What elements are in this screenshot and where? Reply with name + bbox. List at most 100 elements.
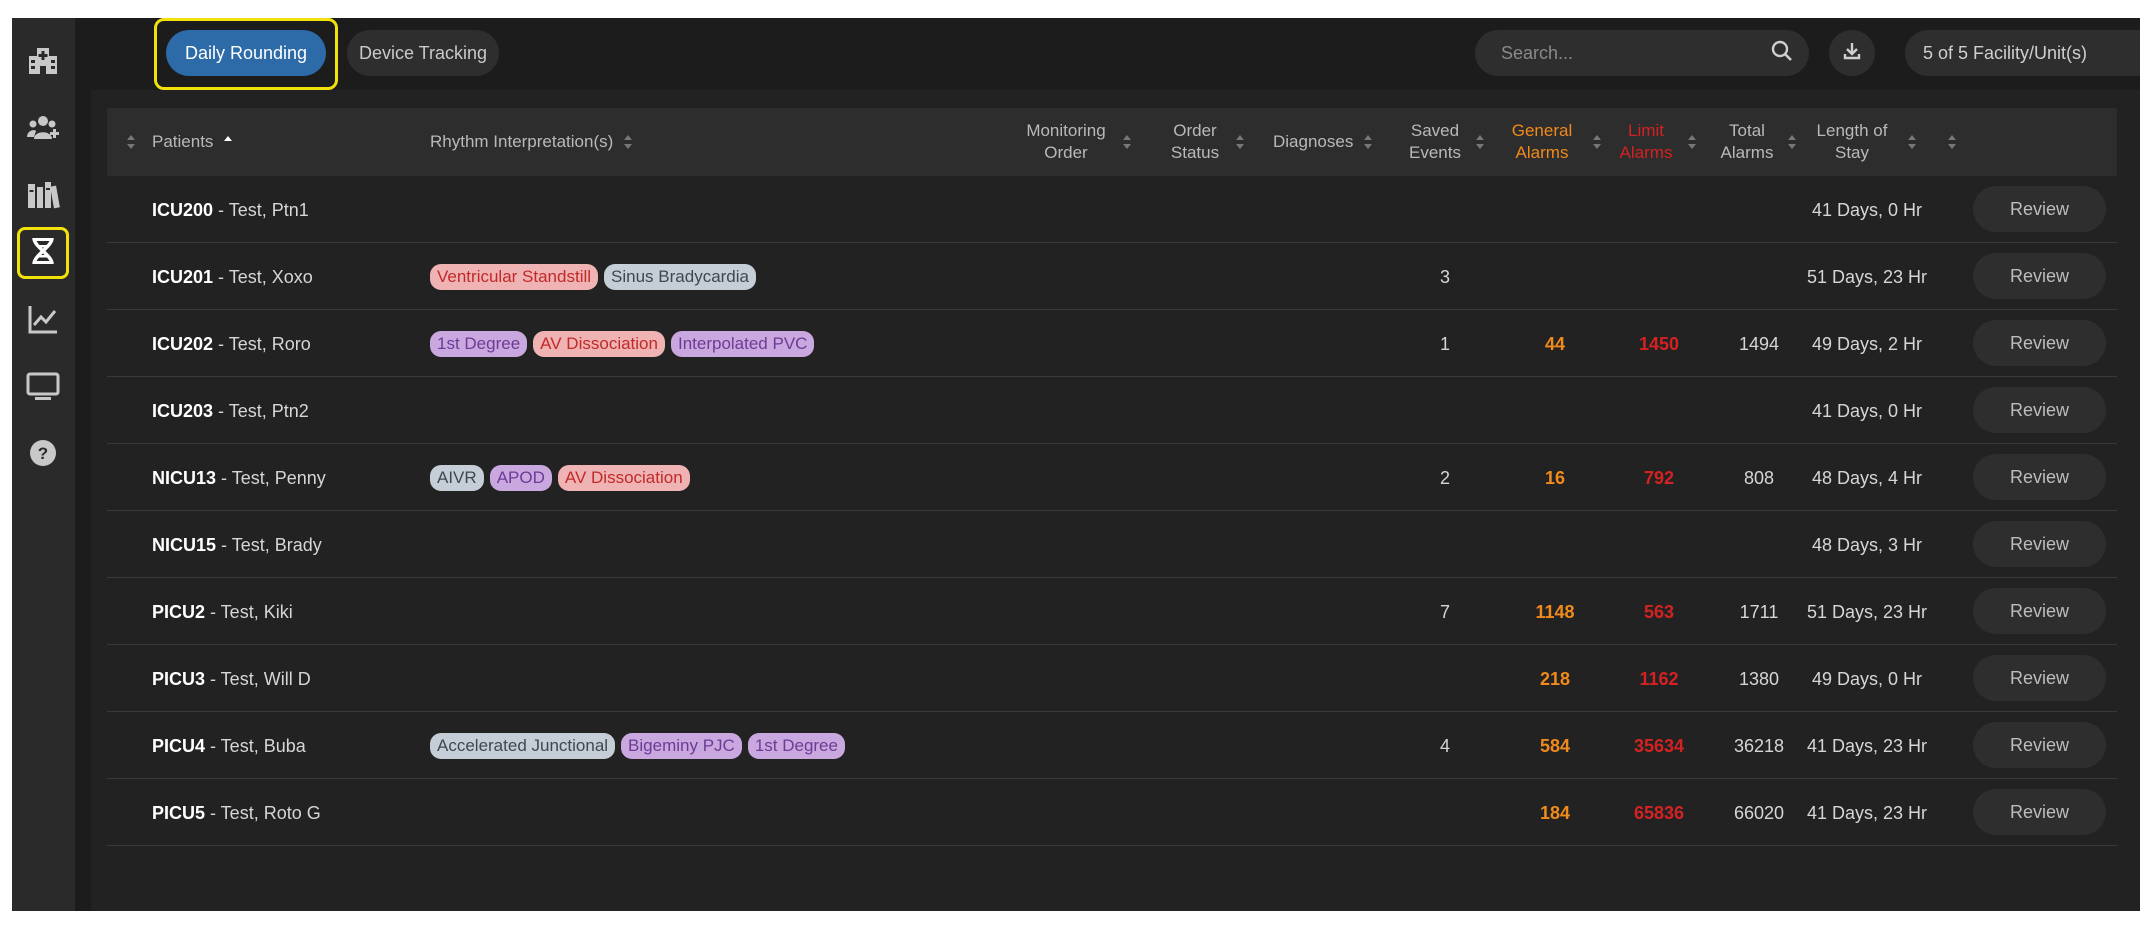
- search-box: [1475, 30, 1809, 76]
- saved-events-value: [1415, 177, 1475, 243]
- header-monitoring-order[interactable]: Monitoring Order: [1020, 108, 1132, 176]
- sort-icon: [1687, 133, 1697, 151]
- sidebar-item-rhythm[interactable]: [17, 227, 69, 279]
- length-of-stay-value: 41 Days, 23 Hr: [1806, 735, 1928, 756]
- length-of-stay-value: 41 Days, 0 Hr: [1811, 400, 1923, 421]
- header-general-alarms[interactable]: General Alarms: [1502, 108, 1602, 176]
- patient-name: - Test, Will D: [205, 668, 311, 689]
- header-diagnoses-label: Diagnoses: [1273, 132, 1354, 151]
- table-row: ICU201 - Test, Xoxo Ventricular Standstil…: [107, 244, 2117, 310]
- rhythm-tags: 1st Degree AV Dissociation Interpolated PV…: [430, 311, 990, 377]
- limit-alarms-value: [1619, 378, 1699, 444]
- header-total-alarms[interactable]: Total Alarms: [1717, 108, 1797, 176]
- rhythm-tag: AV Dissociation: [533, 331, 665, 357]
- review-button[interactable]: Review: [1973, 521, 2106, 567]
- review-button[interactable]: Review: [1973, 320, 2106, 366]
- review-button[interactable]: Review: [1973, 655, 2106, 701]
- review-button[interactable]: Review: [1973, 588, 2106, 634]
- header-rhythm[interactable]: Rhythm Interpretation(s): [430, 108, 633, 176]
- rhythm-tag: Interpolated PVC: [670, 331, 815, 357]
- review-button[interactable]: Review: [1973, 722, 2106, 768]
- patient-cell: ICU201 - Test, Xoxo: [152, 244, 412, 310]
- limit-alarms-value: [1619, 244, 1699, 310]
- header-saved-events[interactable]: Saved Events: [1405, 108, 1485, 176]
- facility-unit-select[interactable]: 5 of 5 Facility/Unit(s): [1905, 30, 2140, 76]
- length-of-stay-value: 51 Days, 23 Hr: [1806, 601, 1928, 622]
- tab-device-tracking[interactable]: Device Tracking: [347, 30, 499, 76]
- table-row: PICU4 - Test, Buba Accelerated Junctional…: [107, 713, 2117, 779]
- table-row: PICU3 - Test, Will D 218 1162 1380 49 Days, …: [107, 646, 2117, 712]
- rhythm-tags: [430, 780, 990, 846]
- patient-name: - Test, Kiki: [205, 601, 293, 622]
- rhythm-tag: Bigeminy PJC: [621, 733, 742, 759]
- sidebar-item-trends[interactable]: [17, 295, 69, 347]
- sort-ascending-icon: [223, 133, 233, 151]
- sort-icon: [1592, 133, 1602, 151]
- general-alarms-value: 44: [1544, 333, 1566, 354]
- sidebar-item-help[interactable]: ?: [17, 429, 69, 481]
- patient-cell: NICU15 - Test, Brady: [152, 512, 412, 578]
- review-button[interactable]: Review: [1973, 253, 2106, 299]
- patient-cell: PICU5 - Test, Roto G: [152, 780, 412, 846]
- header-diagnoses[interactable]: Diagnoses: [1273, 108, 1373, 176]
- review-button[interactable]: Review: [1973, 186, 2106, 232]
- header-general-alarms-label: General Alarms: [1511, 121, 1573, 162]
- header-length-of-stay[interactable]: Length of Stay: [1807, 108, 1917, 176]
- total-alarms-value: 808: [1743, 467, 1775, 488]
- patient-name: - Test, Roto G: [205, 802, 321, 823]
- rhythm-tag: APOD: [489, 465, 552, 491]
- header-order-status[interactable]: Order Status: [1165, 108, 1245, 176]
- download-button[interactable]: [1829, 30, 1875, 76]
- search-icon[interactable]: [1771, 40, 1793, 67]
- sort-icon: [1122, 133, 1132, 151]
- table-row: ICU203 - Test, Ptn2 41 Days, 0 Hr Review: [107, 378, 2117, 444]
- header-limit-alarms-label: Limit Alarms: [1619, 121, 1673, 162]
- rhythm-tags: Accelerated Junctional Bigeminy PJC 1st De…: [430, 713, 990, 779]
- total-alarms-value: 66020: [1733, 802, 1785, 823]
- total-alarms-value: 1380: [1738, 668, 1780, 689]
- rhythm-tags: [430, 378, 990, 444]
- table-header: Patients Rhythm Interpretation(s) Monito…: [107, 108, 2117, 176]
- limit-alarms-value: 1162: [1639, 668, 1679, 689]
- limit-alarms-value: 563: [1643, 601, 1675, 622]
- sidebar-item-patients[interactable]: [17, 104, 69, 156]
- sort-icon[interactable]: [1947, 108, 1957, 176]
- patient-name: - Test, Penny: [216, 467, 326, 488]
- rhythm-tag: AIVR: [430, 465, 484, 491]
- general-alarms-value: 584: [1539, 735, 1571, 756]
- rhythm-tag: 1st Degree: [747, 733, 845, 759]
- top-bar: Daily Rounding Device Tracking 5 of 5 Fa…: [75, 18, 2140, 90]
- rhythm-tags: [430, 512, 990, 578]
- review-button[interactable]: Review: [1973, 387, 2106, 433]
- patient-name: - Test, Roro: [213, 333, 311, 354]
- tab-daily-rounding[interactable]: Daily Rounding: [166, 30, 326, 76]
- rhythm-tags: [430, 579, 990, 645]
- total-alarms-value: [1719, 378, 1799, 444]
- header-limit-alarms[interactable]: Limit Alarms: [1615, 108, 1697, 176]
- review-button[interactable]: Review: [1973, 789, 2106, 835]
- patient-cell: ICU200 - Test, Ptn1: [152, 177, 412, 243]
- general-alarms-value: 1148: [1535, 601, 1575, 622]
- sidebar-item-monitors[interactable]: [17, 362, 69, 414]
- saved-events-value: [1415, 512, 1475, 578]
- library-icon: [26, 178, 60, 217]
- header-patients[interactable]: Patients: [152, 108, 233, 176]
- patient-cell: NICU13 - Test, Penny: [152, 445, 412, 511]
- dna-icon: [26, 234, 60, 273]
- review-button[interactable]: Review: [1973, 454, 2106, 500]
- sort-icon: [623, 133, 633, 151]
- length-of-stay-value: 51 Days, 23 Hr: [1806, 266, 1928, 287]
- limit-alarms-value: [1619, 512, 1699, 578]
- total-alarms-value: 36218: [1733, 735, 1785, 756]
- sidebar-item-hospital[interactable]: [17, 37, 69, 89]
- sort-icon[interactable]: [126, 108, 136, 176]
- search-input[interactable]: [1499, 41, 1771, 65]
- sidebar-item-library[interactable]: [17, 171, 69, 223]
- saved-events-value: 2: [1439, 467, 1450, 488]
- patient-id: NICU13: [152, 467, 217, 488]
- saved-events-value: [1415, 646, 1475, 712]
- patient-name: - Test, Xoxo: [213, 266, 313, 287]
- rhythm-tags: [430, 177, 990, 243]
- rhythm-tag: Sinus Bradycardia: [604, 264, 756, 290]
- header-order-status-label: Order Status: [1170, 121, 1220, 162]
